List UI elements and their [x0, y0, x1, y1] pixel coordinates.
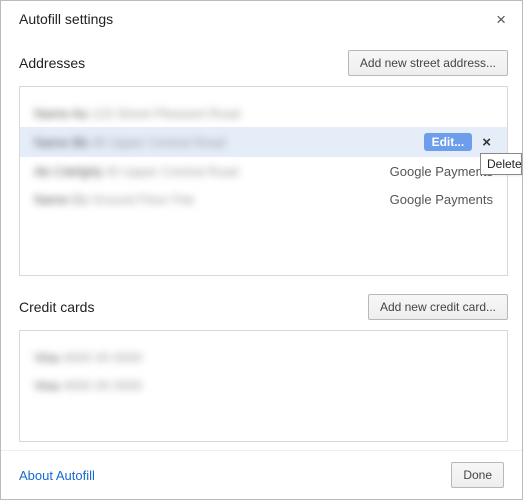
- addresses-list: Name Aa 123 Street Pleasant Road Name Bb…: [19, 86, 508, 276]
- about-autofill-link[interactable]: About Autofill: [19, 468, 95, 483]
- addresses-header: Addresses Add new street address...: [19, 50, 508, 76]
- close-icon[interactable]: ×: [494, 11, 508, 28]
- spacer: [20, 399, 507, 429]
- cards-header: Credit cards Add new credit card...: [19, 294, 508, 320]
- add-card-button[interactable]: Add new credit card...: [368, 294, 508, 320]
- spacer: [19, 442, 522, 450]
- done-button[interactable]: Done: [451, 462, 504, 488]
- address-source: Google Payments: [390, 164, 493, 179]
- edit-address-button[interactable]: Edit...: [424, 133, 473, 151]
- address-text: Name Cc Ground Floor Flat: [34, 192, 390, 207]
- card-row[interactable]: Visa 4000 00 0000: [20, 371, 507, 399]
- add-address-button[interactable]: Add new street address...: [348, 50, 508, 76]
- dialog-body-scroll[interactable]: Addresses Add new street address... Name…: [1, 32, 522, 450]
- address-text: Ab Cdefghij 45 Upper Central Road: [34, 164, 390, 179]
- card-text: Visa 4000 00 0000: [34, 378, 493, 393]
- card-text: Visa 4000 00 0000: [34, 350, 493, 365]
- address-row[interactable]: Name Bb 45 Upper Central Road Edit... ×: [20, 127, 507, 157]
- cards-heading: Credit cards: [19, 299, 94, 315]
- address-text: Name Bb 45 Upper Central Road: [34, 135, 424, 150]
- address-source: Google Payments: [390, 192, 493, 207]
- dialog-footer: About Autofill Done: [1, 450, 522, 499]
- dialog-header: Autofill settings ×: [1, 1, 522, 32]
- address-row[interactable]: Name Aa 123 Street Pleasant Road: [20, 99, 507, 127]
- address-text: Name Aa 123 Street Pleasant Road: [34, 106, 493, 121]
- delete-tooltip: Delete t: [480, 153, 522, 175]
- autofill-dialog: Autofill settings × Addresses Add new st…: [0, 0, 523, 500]
- addresses-heading: Addresses: [19, 55, 85, 71]
- card-row[interactable]: Visa 4000 00 0000: [20, 343, 507, 371]
- dialog-title: Autofill settings: [19, 11, 113, 27]
- address-row[interactable]: Ab Cdefghij 45 Upper Central Road Google…: [20, 157, 507, 185]
- cards-list: Visa 4000 00 0000 Visa 4000 00 0000: [19, 330, 508, 442]
- address-row[interactable]: Name Cc Ground Floor Flat Google Payment…: [20, 185, 507, 213]
- spacer: [20, 213, 507, 263]
- delete-address-icon[interactable]: ×: [480, 134, 493, 151]
